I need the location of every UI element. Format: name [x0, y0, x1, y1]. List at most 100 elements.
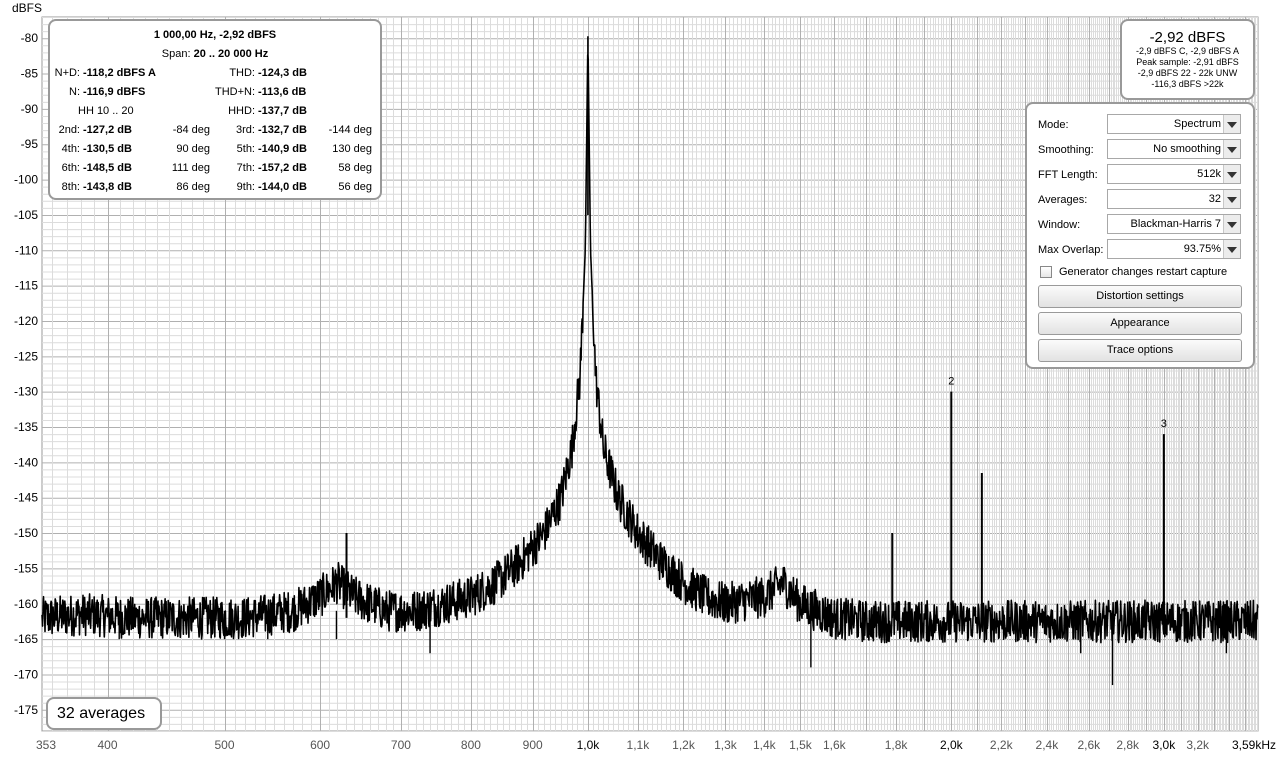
x-tick-label: 2,4k: [1036, 738, 1060, 752]
y-tick-label: -105: [14, 208, 38, 222]
harmonic-value: -148,5 dB: [83, 162, 132, 174]
x-tick-label: 700: [391, 738, 411, 752]
x-tick-label: 1,4k: [753, 738, 777, 752]
x-tick-label: 900: [523, 738, 543, 752]
n-label: N:: [69, 86, 80, 98]
harmonic-value: -127,2 dB: [83, 124, 132, 136]
n-value: -116,9 dBFS: [83, 86, 146, 98]
y-tick-label: -140: [14, 455, 38, 469]
chevron-down-icon[interactable]: [1223, 140, 1240, 158]
chevron-down-icon[interactable]: [1223, 215, 1240, 233]
harmonic-label: 7th:: [236, 162, 255, 174]
appearance-button[interactable]: Appearance: [1038, 312, 1242, 335]
thd-value: -124,3 dB: [258, 67, 307, 79]
chevron-down-icon[interactable]: [1223, 240, 1240, 258]
max-overlap-select[interactable]: 93.75%: [1107, 239, 1241, 259]
y-tick-label: -130: [14, 385, 38, 399]
harmonic-phase: 56 deg: [338, 181, 372, 193]
smoothing-value: No smoothing: [1153, 143, 1221, 155]
mode-value: Spectrum: [1173, 118, 1221, 130]
x-tick-label: 1,6k: [823, 738, 847, 752]
trace-options-button[interactable]: Trace options: [1038, 339, 1242, 362]
harmonic-value: -140,9 dB: [258, 143, 307, 155]
level-main: -2,92 dBFS: [1149, 29, 1226, 46]
span-value: 20 .. 20 000 Hz: [193, 48, 269, 60]
thdn-label: THD+N:: [214, 86, 255, 98]
y-tick-label: -160: [14, 597, 38, 611]
span-label: Span:: [161, 48, 191, 60]
harmonic-value: -143,8 dB: [83, 181, 132, 193]
x-tick-label: 1,0k: [577, 738, 601, 752]
level-above-22k: -116,3 dBFS >22k: [1151, 79, 1224, 89]
x-tick-label: 2,0k: [940, 738, 964, 752]
window-select[interactable]: Blackman-Harris 7: [1107, 214, 1241, 234]
x-tick-label: 3,59kHz: [1232, 738, 1276, 752]
generator-restart-label[interactable]: Generator changes restart capture: [1059, 266, 1227, 278]
generator-restart-checkbox[interactable]: [1040, 266, 1052, 278]
x-tick-label: 800: [461, 738, 481, 752]
level-peak-sample: Peak sample: -2,91 dBFS: [1136, 57, 1239, 67]
y-tick-label: -165: [14, 632, 38, 646]
level-weighted: -2,9 dBFS C, -2,9 dBFS A: [1135, 46, 1240, 56]
fft-length-select[interactable]: 512k: [1107, 164, 1241, 184]
averages-label: Averages:: [1038, 194, 1088, 206]
thd-label: THD:: [229, 67, 255, 79]
smoothing-label: Smoothing:: [1038, 144, 1094, 156]
harmonic-value: -132,7 dB: [258, 124, 307, 136]
chevron-down-icon[interactable]: [1223, 115, 1240, 133]
fft-length-value: 512k: [1197, 168, 1221, 180]
harmonic-value: -144,0 dB: [258, 181, 307, 193]
y-tick-label: -135: [14, 420, 38, 434]
span-readout: Span: 20 .. 20 000 Hz: [50, 48, 380, 60]
x-tick-label: 3,2k: [1186, 738, 1210, 752]
x-tick-label: 400: [98, 738, 118, 752]
x-tick-label: 1,2k: [672, 738, 696, 752]
harmonic-marker-label: 3: [1161, 418, 1167, 430]
max-overlap-value: 93.75%: [1183, 243, 1221, 255]
x-tick-label: 1,5k: [789, 738, 813, 752]
y-tick-label: -125: [14, 349, 38, 363]
x-tick-label: 2,8k: [1116, 738, 1140, 752]
settings-panel: Mode: Spectrum Smoothing: No smoothing F…: [1025, 102, 1255, 369]
chevron-down-icon[interactable]: [1223, 165, 1240, 183]
harmonic-label: 9th:: [236, 181, 255, 193]
y-tick-label: -80: [21, 31, 39, 45]
fundamental-readout: 1 000,00 Hz, -2,92 dBFS: [153, 29, 277, 41]
chevron-down-icon[interactable]: [1223, 190, 1240, 208]
harmonic-label: 5th:: [236, 143, 255, 155]
y-tick-label: -90: [21, 102, 39, 116]
nd-value: -118,2 dBFS A: [83, 67, 156, 79]
thdn-value: -113,6 dB: [258, 86, 307, 98]
harmonic-label: 6th:: [61, 162, 80, 174]
harmonic-marker-label: 2: [948, 376, 954, 388]
window-label: Window:: [1038, 219, 1081, 231]
harmonic-phase: 58 deg: [338, 162, 372, 174]
y-tick-label: -145: [14, 491, 38, 505]
harmonic-label: 3rd:: [236, 124, 255, 136]
y-tick-label: -95: [21, 137, 39, 151]
x-tick-label: 1,8k: [885, 738, 909, 752]
harmonic-value: -157,2 dB: [258, 162, 307, 174]
averages-select[interactable]: 32: [1107, 189, 1241, 209]
mode-select[interactable]: Spectrum: [1107, 114, 1241, 134]
level-panel: -2,92 dBFS -2,9 dBFS C, -2,9 dBFS A Peak…: [1120, 19, 1255, 100]
smoothing-select[interactable]: No smoothing: [1107, 139, 1241, 159]
y-tick-label: -100: [14, 173, 38, 187]
x-tick-label: 500: [215, 738, 235, 752]
y-tick-label: -110: [15, 243, 38, 257]
y-tick-label: -120: [14, 314, 38, 328]
level-unweighted: -2,9 dBFS 22 - 22k UNW: [1137, 68, 1238, 78]
harmonic-label: 4th:: [61, 143, 80, 155]
window-value: Blackman-Harris 7: [1130, 218, 1221, 230]
nd-label: N+D:: [54, 67, 80, 79]
harmonic-label: 8th:: [61, 181, 80, 193]
y-tick-label: -115: [15, 279, 38, 293]
y-tick-label: -150: [14, 526, 38, 540]
y-axis-title: dBFS: [12, 1, 42, 15]
averages-count-box: 32 averages: [46, 697, 162, 730]
x-tick-label: 1,1k: [627, 738, 651, 752]
distortion-settings-button[interactable]: Distortion settings: [1038, 285, 1242, 308]
x-tick-label: 2,6k: [1078, 738, 1102, 752]
max-overlap-label: Max Overlap:: [1038, 244, 1104, 256]
hh-range-label: HH 10 .. 20: [78, 105, 134, 117]
